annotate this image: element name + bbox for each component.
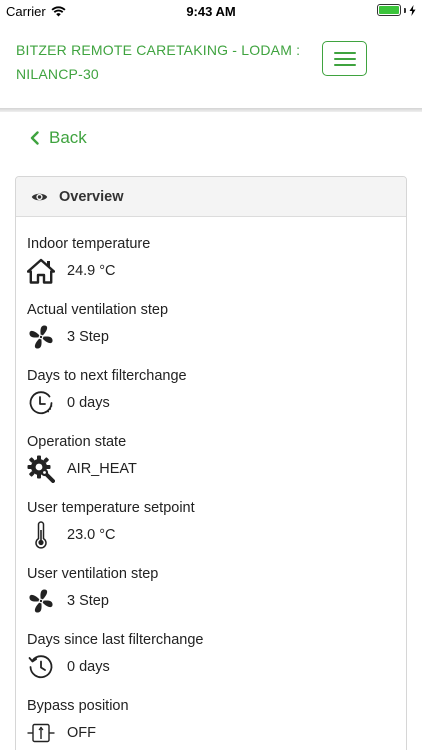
back-link[interactable]: Back — [30, 128, 87, 148]
overview-card-header: Overview — [16, 177, 406, 217]
item-value: OFF — [67, 725, 96, 741]
item-value: AIR_HEAT — [67, 461, 137, 477]
header-divider — [0, 108, 422, 112]
fan-icon — [27, 587, 55, 615]
list-item-days-to-next-filterchange: Days to next filterchange 0 days — [16, 367, 406, 433]
list-item-user-ventilation-step: User ventilation step 3 Step — [16, 565, 406, 631]
list-item-operation-state: Operation state AIR_HEAT — [16, 433, 406, 499]
hamburger-menu-icon-bar — [333, 51, 356, 54]
battery-icon — [377, 4, 401, 16]
item-value: 3 Step — [67, 329, 109, 345]
item-label: Operation state — [27, 434, 127, 450]
back-label: Back — [49, 128, 87, 147]
item-value: 24.9 °C — [67, 263, 116, 279]
app-header: BITZER REMOTE CARETAKING - LODAM : NILAN… — [0, 22, 422, 108]
item-label: User ventilation step — [27, 566, 159, 582]
bypass-valve-icon — [27, 719, 55, 747]
overview-card: Overview Indoor temperature 24.9 °C Actu… — [15, 176, 407, 750]
list-item-user-temperature-setpoint: User temperature setpoint 23.0 °C — [16, 499, 406, 565]
list-item-days-since-last-filterchange: Days since last filterchange 0 days — [16, 631, 406, 697]
app-title: BITZER REMOTE CARETAKING - LODAM : NILAN… — [16, 42, 301, 82]
fan-icon — [27, 323, 55, 351]
overview-list: Indoor temperature 24.9 °C Actual ventil… — [16, 217, 406, 750]
item-value: 0 days — [67, 395, 110, 411]
charging-bolt-icon — [409, 4, 416, 16]
thermometer-icon — [27, 521, 55, 549]
hamburger-menu-icon-bar — [333, 57, 356, 60]
item-value: 3 Step — [67, 593, 109, 609]
menu-toggle-button[interactable] — [322, 41, 367, 76]
item-value: 23.0 °C — [67, 527, 116, 543]
item-label: Bypass position — [27, 698, 129, 714]
battery-tip — [404, 7, 406, 13]
clock-forward-icon — [27, 389, 55, 417]
list-item-actual-ventilation-step: Actual ventilation step 3 Step — [16, 301, 406, 367]
status-bar: Carrier 9:43 AM — [0, 0, 422, 22]
hamburger-menu-icon-bar — [333, 63, 356, 66]
list-item-bypass-position: Bypass position OFF — [16, 697, 406, 750]
history-icon — [27, 653, 55, 681]
item-label: Indoor temperature — [27, 236, 151, 252]
eye-icon — [31, 193, 48, 200]
battery-fill — [379, 6, 399, 14]
item-label: User temperature setpoint — [27, 500, 195, 516]
home-icon — [27, 257, 55, 285]
gear-wrench-icon — [27, 455, 55, 483]
status-time: 9:43 AM — [186, 4, 236, 19]
chevron-left-icon — [30, 131, 39, 145]
item-label: Days to next filterchange — [27, 368, 187, 384]
item-value: 0 days — [67, 659, 110, 675]
item-label: Days since last filterchange — [27, 632, 204, 648]
battery-indicator — [377, 4, 416, 16]
item-label: Actual ventilation step — [27, 302, 169, 318]
overview-title: Overview — [59, 188, 124, 205]
list-item-indoor-temperature: Indoor temperature 24.9 °C — [16, 235, 406, 301]
